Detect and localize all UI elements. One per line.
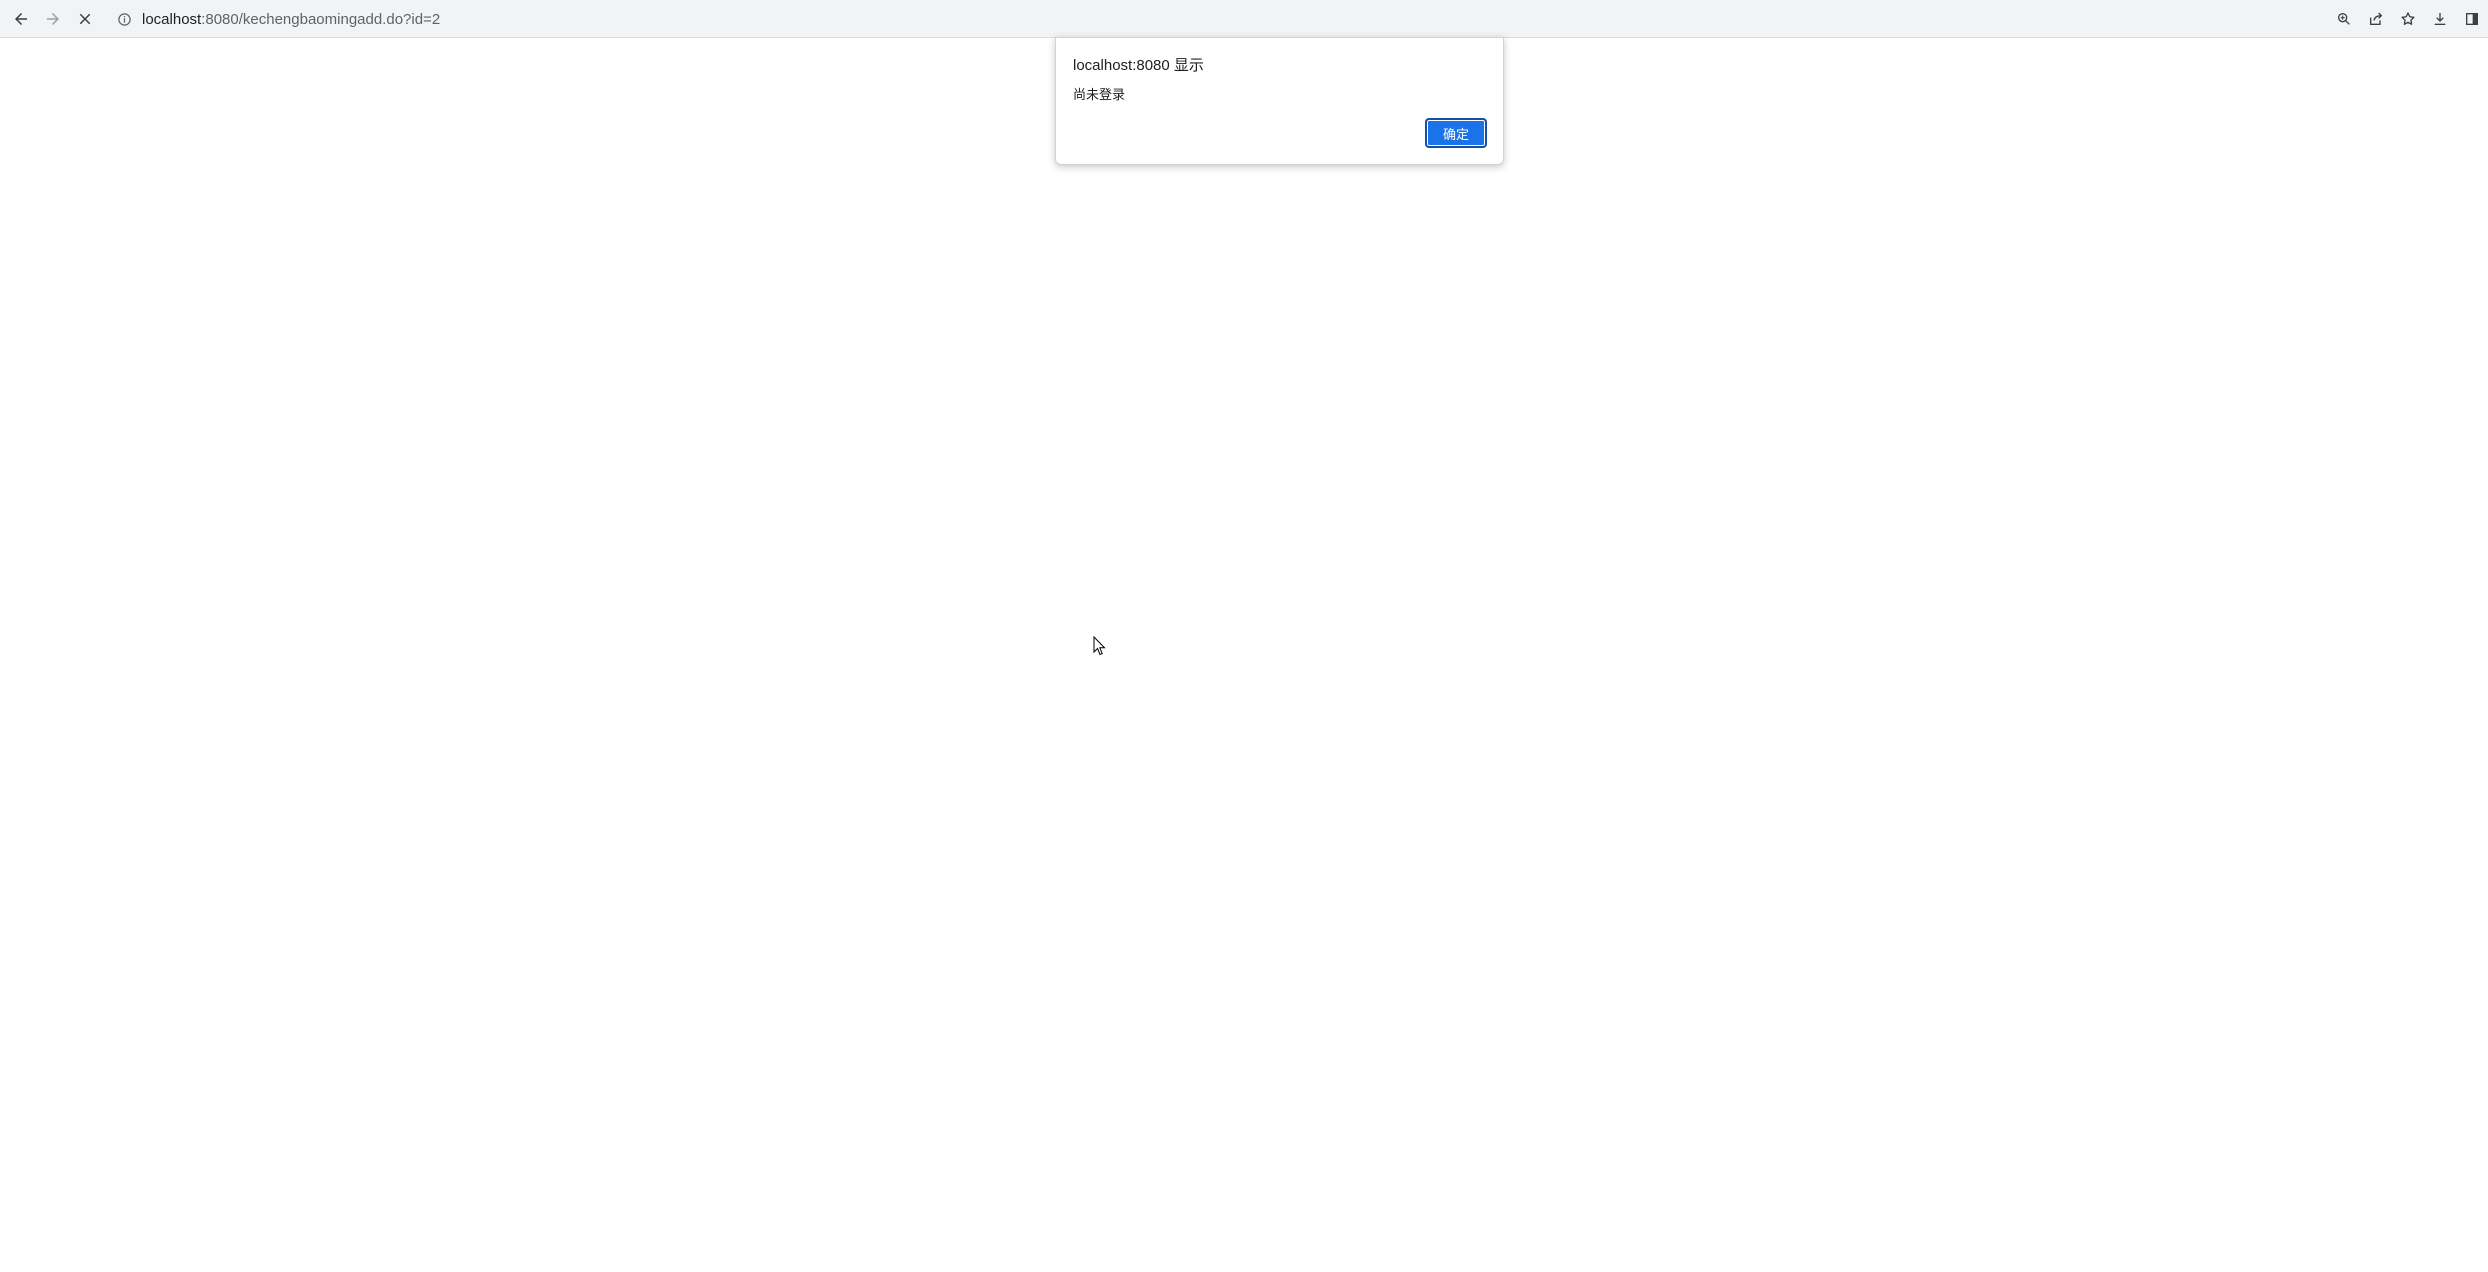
bookmark-button[interactable] [2392,4,2424,34]
arrow-left-icon [15,13,27,25]
back-button[interactable] [6,4,36,34]
zoom-button[interactable] [2328,4,2360,34]
side-panel-icon [2466,13,2478,25]
download-button[interactable] [2424,4,2456,34]
star-icon [2401,12,2415,25]
forward-button[interactable] [38,4,68,34]
stop-button[interactable] [70,4,100,34]
share-button[interactable] [2360,4,2392,34]
dialog-message: 尚未登录 [1073,87,1126,102]
info-icon[interactable] [116,11,132,27]
share-icon [2370,12,2383,25]
toolbar-actions [2328,4,2488,34]
close-icon [79,13,91,25]
magnifier-icon [2338,12,2350,25]
address-bar[interactable]: localhost:8080/kechengbaomingadd.do?id=2 [108,3,2308,35]
side-panel-button[interactable] [2456,4,2488,34]
alert-dialog: localhost:8080 显示 尚未登录 确定 [1055,37,1504,165]
url-host: localhost [142,10,202,28]
url-text: localhost:8080/kechengbaomingadd.do?id=2 [142,11,440,28]
ok-button[interactable]: 确定 [1425,118,1487,148]
arrow-right-icon [47,13,59,25]
browser-toolbar: localhost:8080/kechengbaomingadd.do?id=2 [0,0,2488,38]
dialog-title: localhost:8080 显示 [1073,57,1204,74]
url-path: :8080/kechengbaomingadd.do?id=2 [201,10,441,28]
mouse-cursor-icon [1093,636,1106,656]
download-icon [2434,13,2446,25]
